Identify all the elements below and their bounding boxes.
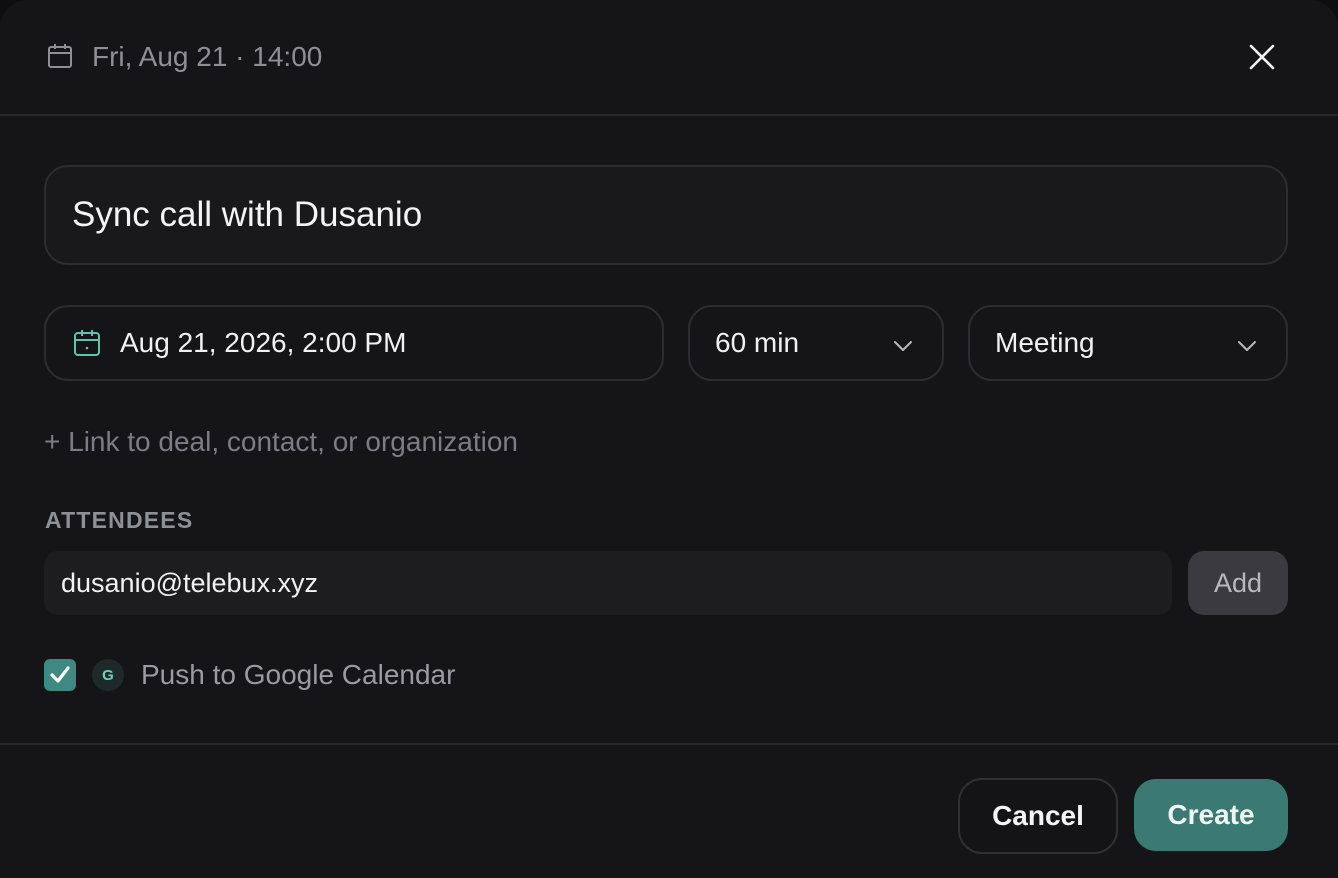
attendee-email-input[interactable]: dusanio@telebux.xyz xyxy=(44,551,1172,615)
google-calendar-checkbox[interactable] xyxy=(44,659,76,691)
date-time-picker[interactable]: Aug 21, 2026, 2:00 PM xyxy=(44,305,664,381)
footer-divider xyxy=(0,743,1338,745)
event-type-value: Meeting xyxy=(995,327,1095,358)
create-event-modal: Fri, Aug 21 · 14:00 Sync call with Dusan… xyxy=(0,0,1338,878)
duration-select[interactable]: 60 min xyxy=(688,305,944,381)
cancel-button[interactable]: Cancel xyxy=(958,778,1118,854)
add-attendee-button[interactable]: Add xyxy=(1188,551,1288,615)
checkmark-icon xyxy=(50,666,70,683)
close-button[interactable] xyxy=(1240,35,1284,79)
link-record-button[interactable]: + Link to deal, contact, or organization xyxy=(44,422,518,462)
date-time-value: Aug 21, 2026, 2:00 PM xyxy=(120,327,407,358)
attendees-label: ATTENDEES xyxy=(45,507,194,533)
event-title-input[interactable]: Sync call with Dusanio xyxy=(44,165,1288,265)
modal-header: Fri, Aug 21 · 14:00 xyxy=(0,0,1338,116)
event-type-select[interactable]: Meeting xyxy=(968,305,1288,381)
chevron-down-icon xyxy=(894,341,912,351)
duration-value: 60 min xyxy=(715,327,800,358)
chevron-down-icon xyxy=(1238,341,1256,351)
close-icon xyxy=(1249,44,1275,70)
create-button[interactable]: Create xyxy=(1134,779,1288,851)
google-icon: G xyxy=(92,659,124,691)
header-date-time: Fri, Aug 21 · 14:00 xyxy=(92,41,323,72)
google-calendar-label[interactable]: Push to Google Calendar xyxy=(141,656,455,694)
calendar-icon xyxy=(48,44,72,68)
calendar-icon xyxy=(74,330,100,356)
